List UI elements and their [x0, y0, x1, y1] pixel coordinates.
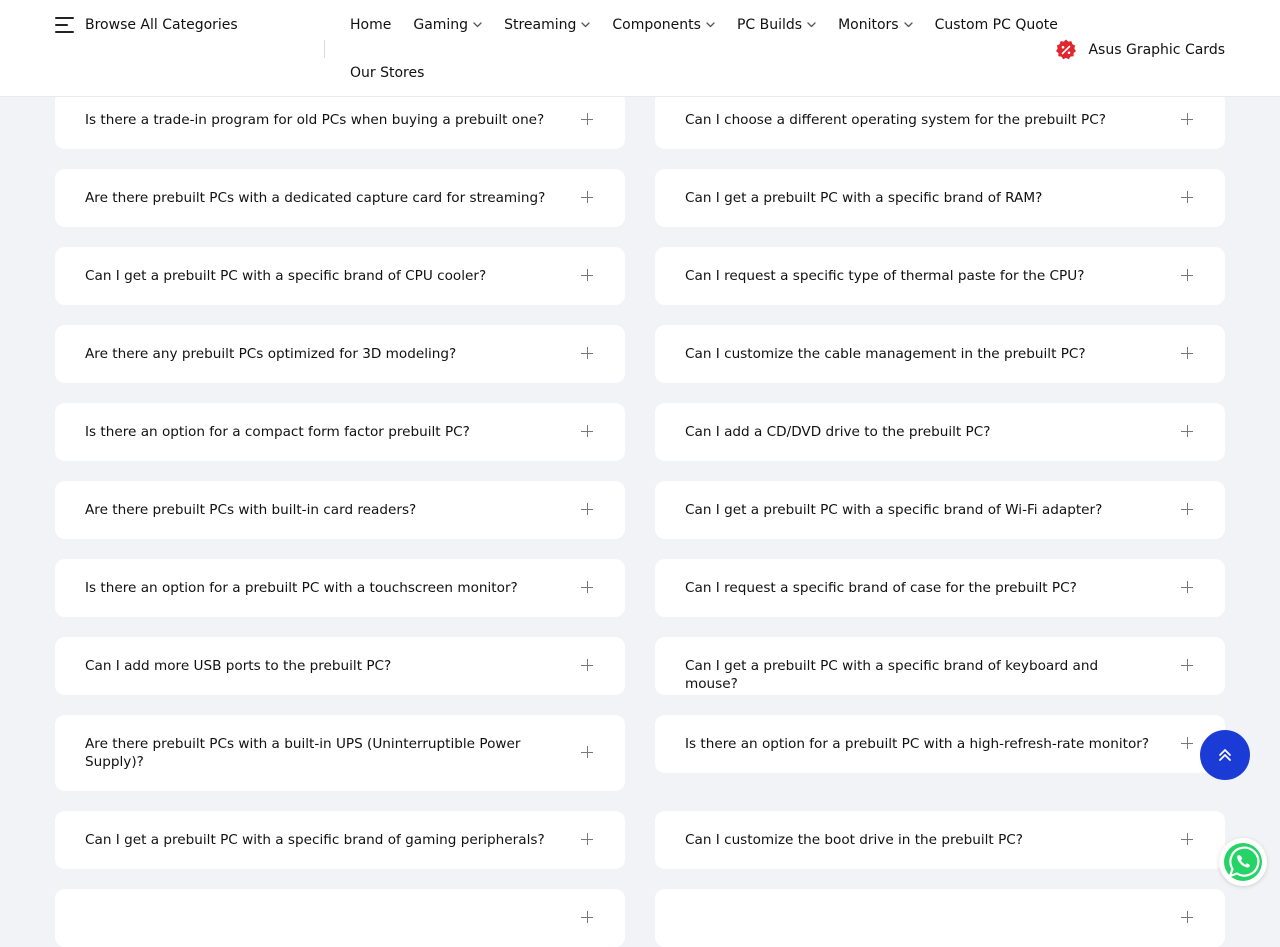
nav-item-label: Monitors — [838, 17, 899, 33]
nav-item-label: Streaming — [504, 17, 577, 33]
faq-question: Can I get a prebuilt PC with a specific … — [685, 190, 1043, 206]
faq-item[interactable]: Can I add more USB ports to the prebuilt… — [55, 637, 625, 695]
discount-badge-icon — [1054, 38, 1078, 62]
nav-item-label: Components — [612, 17, 701, 33]
plus-icon[interactable] — [581, 113, 593, 125]
whatsapp-chat-button[interactable] — [1219, 838, 1267, 886]
plus-icon[interactable] — [581, 581, 593, 593]
faq-item[interactable]: Can I get a prebuilt PC with a specific … — [655, 637, 1225, 695]
chevron-down-icon — [581, 22, 591, 28]
chevron-down-icon — [706, 22, 715, 28]
faq-item[interactable]: Can I add a CD/DVD drive to the prebuilt… — [655, 403, 1225, 461]
faq-item[interactable]: Can I customize the cable management in … — [655, 325, 1225, 383]
plus-icon[interactable] — [1181, 425, 1193, 437]
chevron-down-icon — [473, 22, 482, 28]
faq-item[interactable] — [55, 889, 625, 947]
faq-item[interactable]: Is there a trade-in program for old PCs … — [55, 91, 625, 149]
plus-icon[interactable] — [581, 833, 593, 845]
faq-item[interactable]: Is there an option for a prebuilt PC wit… — [655, 715, 1225, 773]
site-header: Browse All Categories Home Gaming Streamin… — [0, 0, 1280, 97]
nav-item-pc-builds[interactable]: PC Builds — [737, 17, 816, 33]
browse-categories-label: Browse All Categories — [85, 17, 238, 33]
plus-icon[interactable] — [1181, 503, 1193, 515]
nav-item-home[interactable]: Home — [350, 17, 391, 33]
faq-question: Are there prebuilt PCs with a dedicated … — [85, 190, 546, 206]
nav-item-our-stores[interactable]: Our Stores — [350, 65, 424, 81]
plus-icon[interactable] — [1181, 659, 1193, 671]
whatsapp-icon — [1221, 840, 1265, 884]
faq-question: Is there a trade-in program for old PCs … — [85, 112, 545, 128]
scroll-to-top-button[interactable] — [1200, 730, 1250, 780]
nav-item-label: Our Stores — [350, 65, 425, 81]
plus-icon[interactable] — [1181, 833, 1193, 845]
faq-question: Can I get a prebuilt PC with a specific … — [85, 268, 487, 284]
faq-question: Can I get a prebuilt PC with a specific … — [85, 832, 545, 848]
nav-item-components[interactable]: Components — [612, 17, 715, 33]
plus-icon[interactable] — [1181, 347, 1193, 359]
faq-item[interactable]: Can I request a specific brand of case f… — [655, 559, 1225, 617]
hamburger-menu-icon — [55, 17, 74, 33]
faq-question: Is there an option for a prebuilt PC wit… — [685, 736, 1150, 752]
plus-icon[interactable] — [581, 659, 593, 671]
promo-link-asus-graphic-cards[interactable]: Asus Graphic Cards — [1054, 38, 1225, 62]
nav-item-label: Gaming — [413, 17, 469, 33]
faq-question: Can I add a CD/DVD drive to the prebuilt… — [685, 424, 991, 440]
faq-item[interactable]: Is there an option for a compact form fa… — [55, 403, 625, 461]
plus-icon[interactable] — [1181, 269, 1193, 281]
faq-question: Can I choose a different operating syste… — [685, 112, 1106, 128]
faq-question: Can I request a specific brand of case f… — [685, 580, 1077, 596]
plus-icon[interactable] — [1181, 911, 1193, 923]
nav-item-label: Home — [350, 17, 392, 33]
plus-icon[interactable] — [581, 269, 593, 281]
faq-question: Can I get a prebuilt PC with a specific … — [685, 502, 1103, 518]
faq-item[interactable]: Can I get a prebuilt PC with a specific … — [655, 481, 1225, 539]
plus-icon[interactable] — [581, 746, 593, 758]
nav-item-label: PC Builds — [736, 17, 803, 33]
header-divider — [324, 40, 325, 58]
faq-item[interactable]: Are there prebuilt PCs with a built-in U… — [55, 715, 625, 791]
main-nav-row-2: Our Stores — [350, 62, 446, 84]
double-chevron-up-icon — [1218, 747, 1232, 763]
faq-item[interactable] — [655, 889, 1225, 947]
faq-item[interactable]: Can I request a specific type of thermal… — [655, 247, 1225, 305]
faq-item[interactable]: Are there any prebuilt PCs optimized for… — [55, 325, 625, 383]
promo-label: Asus Graphic Cards — [1088, 42, 1225, 58]
plus-icon[interactable] — [1181, 581, 1193, 593]
browse-categories-button[interactable]: Browse All Categories — [55, 14, 238, 36]
faq-item[interactable]: Are there prebuilt PCs with built-in car… — [55, 481, 625, 539]
main-nav-row-1: Home Gaming Streaming Components PC Builds Mo… — [350, 14, 1080, 36]
chevron-down-icon — [807, 22, 816, 28]
faq-item[interactable]: Can I get a prebuilt PC with a specific … — [655, 169, 1225, 227]
faq-question: Is there an option for a prebuilt PC wit… — [85, 580, 518, 596]
plus-icon[interactable] — [581, 911, 593, 923]
faq-question: Are there any prebuilt PCs optimized for… — [85, 346, 457, 362]
plus-icon[interactable] — [1181, 737, 1193, 749]
chevron-down-icon — [903, 22, 913, 28]
nav-item-monitors[interactable]: Monitors — [838, 17, 913, 33]
faq-item[interactable]: Can I get a prebuilt PC with a specific … — [55, 247, 625, 305]
plus-icon[interactable] — [1181, 191, 1193, 203]
faq-question: Can I customize the cable management in … — [685, 346, 1086, 362]
faq-question: Are there prebuilt PCs with built-in car… — [85, 502, 417, 518]
faq-item[interactable]: Can I choose a different operating syste… — [655, 91, 1225, 149]
plus-icon[interactable] — [581, 347, 593, 359]
plus-icon[interactable] — [581, 425, 593, 437]
faq-item[interactable]: Can I customize the boot drive in the pr… — [655, 811, 1225, 869]
faq-question: Can I get a prebuilt PC with a specific … — [685, 658, 1099, 692]
nav-item-streaming[interactable]: Streaming — [504, 17, 591, 33]
plus-icon[interactable] — [581, 191, 593, 203]
faq-question: Can I add more USB ports to the prebuilt… — [85, 658, 392, 674]
faq-item[interactable]: Can I get a prebuilt PC with a specific … — [55, 811, 625, 869]
faq-item[interactable]: Are there prebuilt PCs with a dedicated … — [55, 169, 625, 227]
faq-question: Are there prebuilt PCs with a built-in U… — [85, 736, 521, 770]
faq-question: Can I request a specific type of thermal… — [685, 268, 1085, 284]
plus-icon[interactable] — [581, 503, 593, 515]
plus-icon[interactable] — [1181, 113, 1193, 125]
faq-question: Can I customize the boot drive in the pr… — [685, 832, 1023, 848]
faq-question: Is there an option for a compact form fa… — [85, 424, 470, 440]
faq-item[interactable]: Is there an option for a prebuilt PC wit… — [55, 559, 625, 617]
nav-item-label: Custom PC Quote — [934, 17, 1058, 33]
nav-item-custom-pc-quote[interactable]: Custom PC Quote — [935, 17, 1058, 33]
nav-item-gaming[interactable]: Gaming — [413, 17, 482, 33]
